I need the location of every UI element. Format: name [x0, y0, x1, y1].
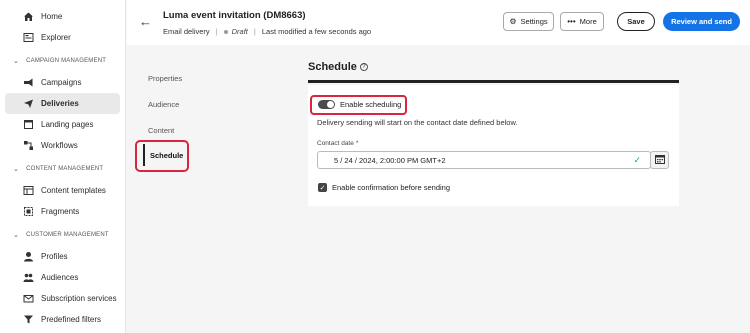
checkbox-checked-icon[interactable]: ✓: [318, 183, 327, 192]
delivery-type: Email delivery: [163, 27, 210, 36]
subscription-icon: [23, 293, 34, 304]
audience-icon: [23, 272, 34, 283]
subnav-properties[interactable]: Properties: [148, 74, 182, 83]
nav-item-content-templates[interactable]: Content templates: [5, 180, 120, 201]
nav-item-workflows[interactable]: Workflows: [5, 135, 120, 156]
save-button[interactable]: Save: [617, 12, 655, 31]
nav-item-audiences[interactable]: Audiences: [5, 267, 120, 288]
nav-item-subscription-services[interactable]: Subscription services: [5, 288, 120, 309]
megaphone-icon: [23, 77, 34, 88]
settings-button[interactable]: ⚙ Settings: [503, 12, 554, 31]
more-button[interactable]: ••• More: [560, 12, 604, 31]
calendar-button[interactable]: [650, 151, 669, 169]
gear-icon: ⚙: [509, 17, 517, 26]
last-modified: Last modified a few seconds ago: [261, 27, 372, 36]
nav-section-customer[interactable]: ⌄ CUSTOMER MANAGEMENT: [0, 224, 125, 246]
required-mark: *: [355, 140, 359, 147]
send-icon: [23, 98, 34, 109]
back-arrow-icon[interactable]: ←: [139, 14, 152, 29]
nav-item-deliveries[interactable]: Deliveries: [5, 93, 120, 114]
highlight-box: [135, 140, 189, 172]
page-icon: [23, 119, 34, 130]
meta-divider: |: [215, 27, 218, 36]
enable-confirmation-checkbox[interactable]: ✓ Enable confirmation before sending: [318, 183, 450, 192]
subnav-audience[interactable]: Audience: [148, 100, 179, 109]
nav-item-explorer[interactable]: Explorer: [5, 27, 120, 48]
contact-date-label: Contact date *: [317, 140, 359, 147]
delivery-meta: Email delivery | Draft | Last modified a…: [163, 27, 371, 36]
review-and-send-button[interactable]: Review and send: [663, 12, 740, 31]
status-badge: Draft: [231, 27, 248, 36]
workflow-icon: [23, 140, 34, 151]
nav-item-landing-pages[interactable]: Landing pages: [5, 114, 120, 135]
section-divider: [308, 80, 679, 83]
page-header: ← Luma event invitation (DM8663) Email d…: [127, 0, 750, 45]
filter-icon: [23, 314, 34, 325]
calendar-icon: [654, 154, 665, 166]
left-navigation: Home Explorer ⌄ CAMPAIGN MANAGEMENT Camp…: [0, 0, 126, 333]
meta-divider: |: [253, 27, 256, 36]
nav-label: Home: [41, 12, 63, 21]
chevron-down-icon: ⌄: [13, 232, 20, 239]
info-icon[interactable]: ?: [359, 63, 368, 71]
more-dots-icon: •••: [567, 17, 576, 26]
home-icon: [23, 11, 34, 22]
nav-label: Explorer: [41, 33, 71, 42]
nav-item-predefined-filters[interactable]: Predefined filters: [5, 309, 120, 330]
highlight-box: [310, 95, 407, 115]
nav-item-campaigns[interactable]: Campaigns: [5, 72, 120, 93]
page-title: Luma event invitation (DM8663): [163, 10, 306, 21]
nav-section-campaign[interactable]: ⌄ CAMPAIGN MANAGEMENT: [0, 50, 125, 72]
contact-date-input[interactable]: 5 / 24 / 2024, 2:00:00 PM GMT+2 ✓: [317, 151, 651, 169]
subnav-content[interactable]: Content: [148, 126, 174, 135]
fragment-icon: [23, 206, 34, 217]
nav-item-profiles[interactable]: Profiles: [5, 246, 120, 267]
checkmark-icon: ✓: [633, 155, 641, 165]
nav-section-content[interactable]: ⌄ CONTENT MANAGEMENT: [0, 158, 125, 180]
nav-item-fragments[interactable]: Fragments: [5, 201, 120, 222]
status-dot-icon: [223, 29, 228, 34]
section-title: Schedule ?: [308, 61, 368, 73]
explorer-icon: [23, 32, 34, 43]
nav-item-home[interactable]: Home: [5, 6, 120, 27]
chevron-down-icon: ⌄: [13, 166, 20, 173]
help-text: Delivery sending will start on the conta…: [317, 118, 518, 127]
template-icon: [23, 185, 34, 196]
user-icon: [23, 251, 34, 262]
chevron-down-icon: ⌄: [13, 58, 20, 65]
